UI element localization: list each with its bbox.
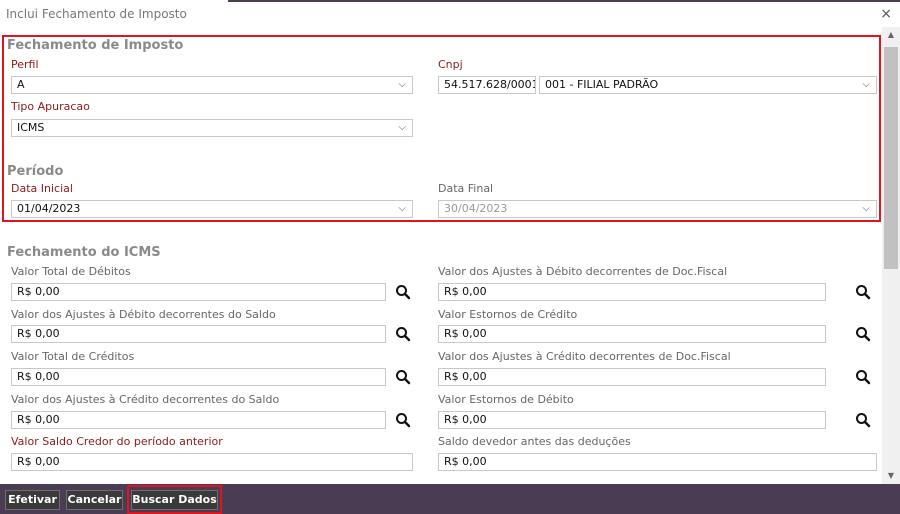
- data-inicial-label: Data Inicial: [11, 182, 73, 195]
- cnpj-input[interactable]: 54.517.628/0001-: [438, 76, 536, 94]
- dialog-titlebar: Inclui Fechamento de Imposto ×: [0, 4, 900, 26]
- buscar-dados-highlight: [127, 485, 222, 514]
- icms-field-label: Saldo devedor antes das deduções: [438, 435, 631, 448]
- perfil-select[interactable]: A ⌵: [11, 76, 413, 94]
- icms-field-label: Valor Total de Créditos: [11, 350, 135, 363]
- data-final-value: 30/04/2023: [444, 202, 508, 215]
- scroll-up-icon[interactable]: ▲: [882, 27, 900, 43]
- section-title-fechamento-imposto: Fechamento de Imposto: [7, 38, 184, 53]
- ajustes-debito-saldo-input[interactable]: R$ 0,00: [11, 325, 386, 343]
- filial-value: 001 - FILIAL PADRÃO: [545, 78, 659, 91]
- footer-bar: Efetivar Cancelar Buscar Dados: [0, 484, 900, 514]
- chevron-down-icon: ⌵: [398, 79, 406, 90]
- chevron-down-icon: ⌵: [398, 203, 406, 214]
- perfil-value: A: [17, 78, 25, 91]
- perfil-label: Perfil: [11, 58, 39, 71]
- icms-field-value: R$ 0,00: [444, 327, 487, 340]
- icms-field-value: R$ 0,00: [17, 455, 60, 468]
- estornos-credito-input[interactable]: R$ 0,00: [438, 325, 826, 343]
- search-icon[interactable]: [855, 369, 871, 385]
- search-icon[interactable]: [395, 326, 411, 342]
- ajustes-credito-saldo-input[interactable]: R$ 0,00: [11, 411, 386, 429]
- dialog-title: Inclui Fechamento de Imposto: [6, 7, 187, 21]
- cancelar-button[interactable]: Cancelar: [66, 490, 123, 510]
- icms-field-label: Valor Estornos de Débito: [438, 393, 574, 406]
- cnpj-label: Cnpj: [438, 58, 463, 71]
- dialog-content: Fechamento de Imposto Perfil A ⌵ Cnpj 54…: [0, 27, 882, 484]
- tipo-apuracao-label: Tipo Apuracao: [11, 100, 90, 113]
- search-icon[interactable]: [395, 284, 411, 300]
- icms-field-label: Valor dos Ajustes à Crédito decorrentes …: [11, 393, 280, 406]
- tipo-apuracao-value: ICMS: [17, 121, 45, 134]
- estornos-debito-input[interactable]: R$ 0,00: [438, 411, 826, 429]
- search-icon[interactable]: [855, 284, 871, 300]
- icms-field-value: R$ 0,00: [444, 413, 487, 426]
- icms-field-label: Valor dos Ajustes à Débito decorrentes d…: [438, 265, 728, 278]
- scroll-thumb[interactable]: [884, 47, 898, 269]
- valor-total-creditos-input[interactable]: R$ 0,00: [11, 368, 386, 386]
- filial-select[interactable]: 001 - FILIAL PADRÃO ⌵: [539, 76, 877, 94]
- search-icon[interactable]: [395, 412, 411, 428]
- icms-field-value: R$ 0,00: [444, 370, 487, 383]
- close-icon[interactable]: ×: [880, 6, 892, 22]
- data-final-label: Data Final: [438, 182, 494, 195]
- section-title-periodo: Período: [7, 164, 64, 179]
- saldo-credor-anterior-input[interactable]: R$ 0,00: [11, 453, 413, 471]
- icms-field-label: Valor Estornos de Crédito: [438, 308, 578, 321]
- saldo-devedor-antes-deducoes-input[interactable]: R$ 0,00: [438, 453, 877, 471]
- data-final-input[interactable]: 30/04/2023 ⌵: [438, 200, 877, 218]
- section-title-fechamento-icms: Fechamento do ICMS: [7, 245, 161, 260]
- icms-field-value: R$ 0,00: [17, 413, 60, 426]
- search-icon[interactable]: [395, 369, 411, 385]
- chevron-down-icon: ⌵: [862, 203, 870, 214]
- data-inicial-input[interactable]: 01/04/2023 ⌵: [11, 200, 413, 218]
- data-inicial-value: 01/04/2023: [17, 202, 81, 215]
- top-strip-dark: [228, 0, 900, 2]
- cnpj-value: 54.517.628/0001-: [444, 78, 536, 91]
- icms-field-label: Valor Saldo Credor do período anterior: [11, 435, 223, 448]
- ajustes-debito-doc-fiscal-input[interactable]: R$ 0,00: [438, 283, 826, 301]
- chevron-down-icon: ⌵: [862, 79, 870, 90]
- ajustes-credito-doc-fiscal-input[interactable]: R$ 0,00: [438, 368, 826, 386]
- chevron-down-icon: ⌵: [398, 122, 406, 133]
- icms-field-value: R$ 0,00: [17, 370, 60, 383]
- icms-field-label: Valor dos Ajustes à Débito decorrentes d…: [11, 308, 276, 321]
- search-icon[interactable]: [855, 412, 871, 428]
- efetivar-button[interactable]: Efetivar: [5, 490, 60, 510]
- valor-total-debitos-input[interactable]: R$ 0,00: [11, 283, 386, 301]
- icms-field-value: R$ 0,00: [444, 455, 487, 468]
- icms-field-label: Valor dos Ajustes à Crédito decorrentes …: [438, 350, 731, 363]
- search-icon[interactable]: [855, 326, 871, 342]
- vertical-scrollbar[interactable]: ▲ ▼: [882, 27, 900, 484]
- icms-field-label: Valor Total de Débitos: [11, 265, 131, 278]
- icms-field-value: R$ 0,00: [17, 285, 60, 298]
- icms-field-value: R$ 0,00: [444, 285, 487, 298]
- icms-field-value: R$ 0,00: [17, 327, 60, 340]
- scroll-down-icon[interactable]: ▼: [882, 468, 900, 484]
- tipo-apuracao-select[interactable]: ICMS ⌵: [11, 119, 413, 137]
